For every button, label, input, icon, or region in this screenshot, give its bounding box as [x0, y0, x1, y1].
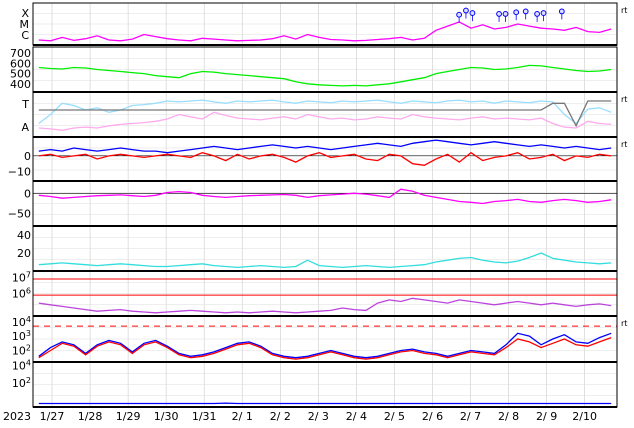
year-label: 2023 — [3, 410, 31, 423]
series-gray — [39, 101, 611, 126]
y-tick-label: 400 — [10, 78, 31, 91]
right-marker: rt — [621, 140, 627, 149]
space-weather-chart: 2023 1/27 1/28 1/29 1/30 1/31 2/ 1 2/ 2 2/ 3 2/ … — [0, 0, 634, 424]
y-tick-label: 103 — [12, 329, 31, 343]
x-tick-label: 1/27 — [40, 410, 65, 423]
right-marker: rt — [621, 6, 627, 15]
x-tick-label: 2/ 4 — [346, 410, 367, 423]
chart-canvas: 2023 1/27 1/28 1/29 1/30 1/31 2/ 1 2/ 2 2/ 3 2/ … — [0, 0, 634, 424]
right-marker: rt — [621, 319, 627, 328]
y-tick-label: 107 — [12, 270, 31, 284]
y-tick-label: 0 — [24, 187, 31, 200]
x-tick-label: 2/ 7 — [460, 410, 481, 423]
x-tick-label: 2/ 9 — [536, 410, 557, 423]
x-tick-label: 1/29 — [116, 410, 141, 423]
flare-marker — [503, 12, 508, 17]
right-marker: rt — [621, 95, 627, 104]
y-tick-label: 102 — [12, 376, 31, 390]
series-blue — [39, 140, 611, 153]
series-red — [39, 338, 611, 360]
y-tick-label: 20 — [17, 247, 31, 260]
y-tick-label: 104 — [12, 358, 31, 372]
series-purple — [39, 298, 611, 313]
flare-marker — [559, 9, 564, 14]
series-green — [39, 65, 611, 86]
y-tick-label: C — [21, 29, 29, 42]
y-tick-label: 40 — [17, 229, 31, 242]
flare-marker — [514, 10, 519, 15]
y-tick-label: 104 — [12, 315, 31, 329]
x-tick-label: 2/ 3 — [308, 410, 329, 423]
flare-marker — [523, 9, 528, 14]
frame-layer — [33, 3, 617, 407]
y-tick-label: T — [21, 98, 29, 111]
series-layer — [39, 8, 611, 403]
y-tick-label: −10 — [8, 166, 31, 179]
grid-layer — [33, 3, 617, 407]
y-tick-label: 102 — [12, 344, 31, 358]
flare-marker — [457, 12, 462, 17]
series-cyan — [39, 253, 611, 267]
x-tick-label: 2/ 8 — [498, 410, 519, 423]
flare-marker — [541, 11, 546, 16]
x-tick-label: 2/10 — [572, 410, 597, 423]
x-tick-label: 1/31 — [192, 410, 217, 423]
flare-marker — [535, 12, 540, 17]
y-tick-label: −50 — [8, 208, 31, 221]
series-magenta — [39, 189, 611, 203]
x-tick-label: 2/ 6 — [422, 410, 443, 423]
y-tick-label: 106 — [12, 287, 31, 301]
x-tick-label: 2/ 5 — [384, 410, 405, 423]
flare-marker — [464, 8, 469, 13]
x-tick-label: 1/30 — [154, 410, 179, 423]
series-blue — [39, 333, 611, 357]
x-tick-label: 2/ 2 — [270, 410, 291, 423]
flare-marker — [497, 12, 502, 17]
x-tick-label: 1/28 — [78, 410, 103, 423]
series-pink — [39, 112, 611, 130]
flare-marker — [470, 11, 475, 16]
y-tick-label: A — [21, 121, 29, 134]
x-tick-label: 2/ 1 — [232, 410, 253, 423]
y-tick-label: 0 — [24, 150, 31, 163]
series-magenta — [39, 22, 611, 41]
